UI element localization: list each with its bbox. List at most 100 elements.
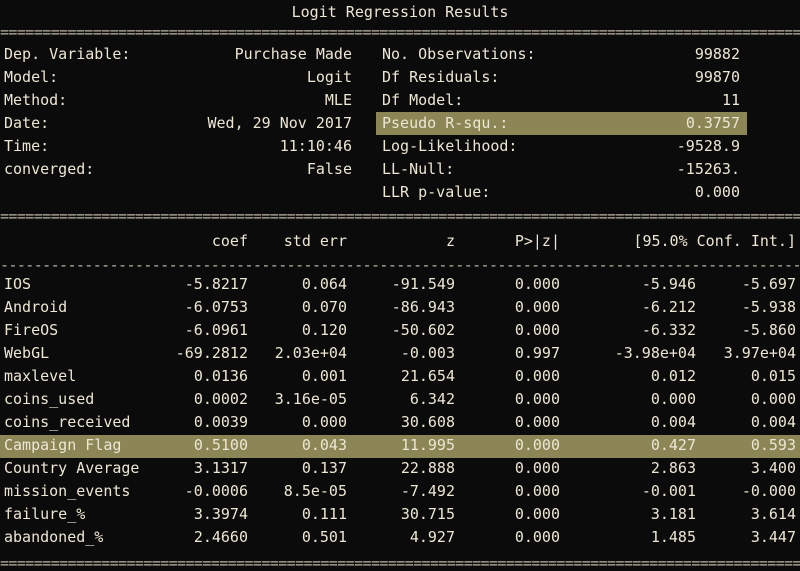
summary-label: LL-Null:: [382, 160, 455, 178]
row-p: 0.000: [514, 321, 560, 339]
summary-value: 99882: [694, 45, 740, 63]
row-std-err: 0.001: [301, 367, 347, 385]
row-std-err: 0.120: [301, 321, 347, 339]
divider-top: ========================================…: [0, 26, 800, 38]
row-ci-low: 0.000: [650, 390, 696, 408]
row-z: 30.608: [400, 413, 455, 431]
summary-label: Pseudo R-squ.:: [382, 114, 509, 132]
row-ci-low: 1.485: [650, 528, 696, 546]
header-conf-int: [95.0% Conf. Int.]: [633, 232, 796, 250]
row-z: 11.995: [400, 436, 455, 454]
header-z: z: [445, 232, 455, 250]
row-ci-low: 0.004: [650, 413, 696, 431]
row-coef: -5.8217: [184, 275, 248, 293]
row-p: 0.000: [514, 436, 560, 454]
row-name: WebGL: [4, 344, 50, 362]
row-p: 0.000: [514, 367, 560, 385]
row-ci-high: 0.593: [750, 436, 796, 454]
summary-value: Purchase Made: [234, 45, 352, 63]
row-ci-low: 2.863: [650, 459, 696, 477]
summary-value: 0.000: [694, 183, 740, 201]
row-name: maxlevel: [4, 367, 77, 385]
divider-bottom: ========================================…: [0, 557, 800, 569]
row-z: 21.654: [400, 367, 455, 385]
row-ci-low: 0.012: [650, 367, 696, 385]
row-name: FireOS: [4, 321, 59, 339]
summary-value: Logit: [306, 68, 352, 86]
summary-value: MLE: [324, 91, 352, 109]
row-ci-low: 3.181: [650, 505, 696, 523]
row-coef: 0.0136: [193, 367, 248, 385]
row-p: 0.000: [514, 505, 560, 523]
row-z: 22.888: [400, 459, 455, 477]
summary-label: Df Model:: [382, 91, 464, 109]
row-coef: 3.3974: [193, 505, 248, 523]
row-z: -91.549: [391, 275, 455, 293]
row-name: coins_used: [4, 390, 95, 408]
row-std-err: 0.043: [301, 436, 347, 454]
row-ci-high: 0.000: [750, 390, 796, 408]
row-ci-low: -6.332: [641, 321, 696, 339]
row-p: 0.000: [514, 275, 560, 293]
row-ci-high: 3.614: [750, 505, 796, 523]
header-coef: coef: [211, 232, 248, 250]
row-name: IOS: [4, 275, 32, 293]
row-name: coins_received: [4, 413, 131, 431]
row-ci-low: -3.98e+04: [614, 344, 696, 362]
summary-label: Dep. Variable:: [4, 45, 131, 63]
row-p: 0.000: [514, 298, 560, 316]
summary-value: -9528.9: [676, 137, 740, 155]
row-z: -50.602: [391, 321, 455, 339]
row-std-err: 0.137: [301, 459, 347, 477]
summary-label: LLR p-value:: [382, 183, 491, 201]
row-z: -7.492: [400, 482, 455, 500]
row-ci-high: 3.447: [750, 528, 796, 546]
row-ci-high: -5.860: [741, 321, 796, 339]
row-p: 0.997: [514, 344, 560, 362]
row-p: 0.000: [514, 528, 560, 546]
row-name: Country Average: [4, 459, 140, 477]
row-z: 30.715: [400, 505, 455, 523]
row-ci-high: 0.015: [750, 367, 796, 385]
row-coef: 0.0039: [193, 413, 248, 431]
row-coef: 0.5100: [193, 436, 248, 454]
summary-value: 0.3757: [685, 114, 740, 132]
row-ci-low: 0.427: [650, 436, 696, 454]
row-p: 0.000: [514, 390, 560, 408]
row-std-err: 3.16e-05: [274, 390, 347, 408]
row-z: -86.943: [391, 298, 455, 316]
row-coef: -69.2812: [175, 344, 248, 362]
row-std-err: 0.111: [301, 505, 347, 523]
row-ci-low: -5.946: [641, 275, 696, 293]
row-name: Android: [4, 298, 68, 316]
row-p: 0.000: [514, 482, 560, 500]
row-coef: -6.0753: [184, 298, 248, 316]
row-p: 0.000: [514, 413, 560, 431]
header-std-err: std err: [283, 232, 347, 250]
row-ci-low: -0.001: [641, 482, 696, 500]
row-std-err: 8.5e-05: [283, 482, 347, 500]
row-std-err: 2.03e+04: [274, 344, 347, 362]
summary-label: Df Residuals:: [382, 68, 500, 86]
row-coef: 2.4660: [193, 528, 248, 546]
summary-value: False: [306, 160, 352, 178]
row-ci-high: 3.97e+04: [723, 344, 796, 362]
row-name: mission_events: [4, 482, 131, 500]
row-std-err: 0.000: [301, 413, 347, 431]
row-std-err: 0.070: [301, 298, 347, 316]
summary-value: 99870: [694, 68, 740, 86]
row-ci-high: 0.004: [750, 413, 796, 431]
summary-value: 11:10:46: [279, 137, 352, 155]
row-coef: -6.0961: [184, 321, 248, 339]
row-std-err: 0.501: [301, 528, 347, 546]
results-title: Logit Regression Results: [291, 3, 509, 21]
summary-label: Method:: [4, 91, 68, 109]
summary-label: No. Observations:: [382, 45, 536, 63]
row-p: 0.000: [514, 459, 560, 477]
row-name: Campaign Flag: [4, 436, 122, 454]
summary-value: Wed, 29 Nov 2017: [207, 114, 353, 132]
header-p-value: P>|z|: [514, 232, 560, 250]
divider-header: ----------------------------------------…: [0, 259, 800, 271]
summary-label: Time:: [4, 137, 50, 155]
summary-label: Log-Likelihood:: [382, 137, 518, 155]
